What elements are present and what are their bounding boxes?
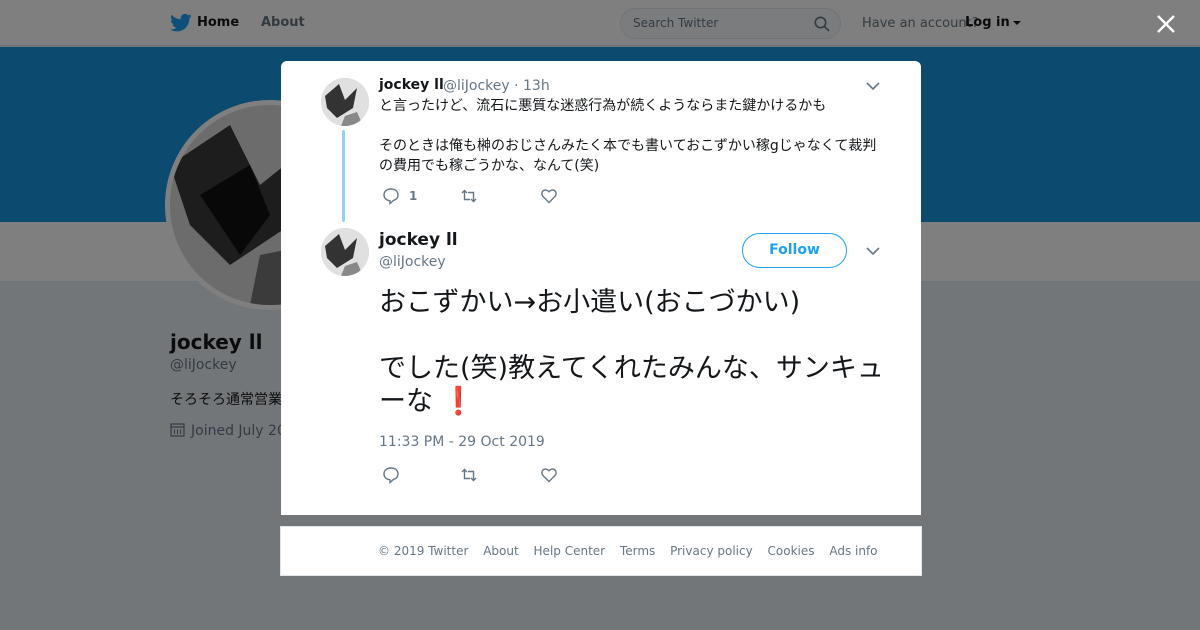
- avatar[interactable]: [321, 228, 369, 276]
- like-heart-icon[interactable]: [540, 466, 558, 484]
- tweet-modal: jockey ll @liJockey · 13h と言ったけど、流石に悪質な迷…: [281, 61, 921, 515]
- tweet-timestamp[interactable]: 11:33 PM - 29 Oct 2019: [379, 434, 545, 450]
- parent-tweet-name[interactable]: jockey ll: [379, 77, 444, 93]
- retweet-icon[interactable]: [460, 466, 478, 484]
- footer-link-about[interactable]: About: [483, 544, 518, 558]
- tweet-author-handle[interactable]: @liJockey: [379, 254, 446, 270]
- parent-tweet-meta[interactable]: @liJockey · 13h: [443, 78, 550, 94]
- footer-copyright: © 2019 Twitter: [378, 544, 469, 558]
- reply-count: 1: [409, 189, 418, 203]
- chevron-down-icon[interactable]: [866, 246, 880, 256]
- avatar[interactable]: [321, 78, 369, 126]
- chevron-down-icon[interactable]: [866, 81, 880, 91]
- footer-link-terms[interactable]: Terms: [620, 544, 655, 558]
- retweet-icon[interactable]: [460, 187, 478, 205]
- reply-icon[interactable]: [382, 466, 400, 484]
- avatar-artwork: [321, 228, 369, 276]
- avatar-artwork: [321, 78, 369, 126]
- like-heart-icon[interactable]: [540, 187, 558, 205]
- footer-link-privacy-policy[interactable]: Privacy policy: [670, 544, 753, 558]
- tweet-author-name[interactable]: jockey ll: [379, 230, 458, 250]
- tweet-text: おこずかい→お小遣い(おこづかい) でした(笑)教えてくれたみんな、サンキューな…: [379, 286, 889, 418]
- exclamation-emoji: ❗: [441, 386, 476, 417]
- reply-icon[interactable]: [382, 187, 400, 205]
- close-icon[interactable]: [1154, 12, 1178, 36]
- footer-link-ads-info[interactable]: Ads info: [829, 544, 877, 558]
- thread-connector-line: [342, 130, 345, 222]
- footer-link-cookies[interactable]: Cookies: [768, 544, 815, 558]
- parent-tweet-text: と言ったけど、流石に悪質な迷惑行為が続くようならまた鍵かけるかも そのときは俺も…: [379, 98, 877, 174]
- follow-button[interactable]: Follow: [742, 233, 847, 268]
- modal-footer: © 2019 Twitter About Help Center Terms P…: [280, 526, 922, 576]
- footer-links: © 2019 Twitter About Help Center Terms P…: [378, 544, 889, 558]
- footer-link-help-center[interactable]: Help Center: [534, 544, 606, 558]
